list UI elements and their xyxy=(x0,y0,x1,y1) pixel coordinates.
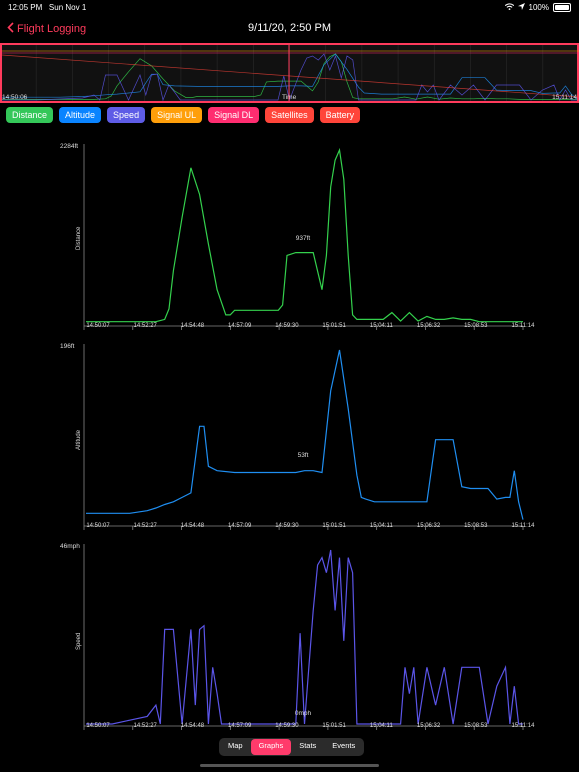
x-tick-label: 15:11:14 xyxy=(511,523,535,529)
overview-end-label: 15:11:14 xyxy=(552,94,577,101)
y-axis-label: Distance xyxy=(76,226,82,250)
chip-signal-ul[interactable]: Signal UL xyxy=(151,107,203,123)
x-tick-label: 14:57:09 xyxy=(227,723,252,729)
tab-events[interactable]: Events xyxy=(324,739,363,755)
x-tick-label: 15:06:32 xyxy=(416,523,441,529)
x-tick-label: 14:54:48 xyxy=(180,323,205,329)
cursor-value-label: 937ft xyxy=(295,235,311,242)
y-max-label: 46mph xyxy=(60,543,80,550)
x-tick-label: 15:11:14 xyxy=(511,723,535,729)
x-tick-label: 15:01:51 xyxy=(322,723,346,729)
speed-graph[interactable]: 46mph Speed 0mph 14:50:07 14:52:27 14:54:48 14… xyxy=(0,540,579,735)
x-tick-label: 14:50:07 xyxy=(86,523,110,529)
tab-stats[interactable]: Stats xyxy=(291,739,324,755)
x-tick-label: 15:06:32 xyxy=(416,323,441,329)
chip-speed[interactable]: Speed xyxy=(107,107,146,123)
x-tick-label: 15:04:11 xyxy=(369,323,393,329)
chip-signal-dl[interactable]: Signal DL xyxy=(208,107,260,123)
x-tick-label: 15:11:14 xyxy=(511,323,535,329)
x-tick-label: 14:57:09 xyxy=(227,323,252,329)
view-segmented-control: Map Graphs Stats Events xyxy=(219,738,365,756)
x-tick-label: 14:57:09 xyxy=(227,523,252,529)
speed-series-line xyxy=(86,549,523,725)
metric-chips: Distance Altitude Speed Signal UL Signal DL S… xyxy=(6,107,361,123)
distance-graph[interactable]: 2284ft Distance 937ft 14:50:07 14:52:27 14:54… xyxy=(0,140,579,335)
battery-icon xyxy=(553,3,571,12)
y-max-label: 196ft xyxy=(60,343,75,350)
location-icon xyxy=(517,3,525,12)
y-axis-label: Altitude xyxy=(76,429,82,450)
status-bar: 12:05 PM Sun Nov 1 100% xyxy=(0,0,579,14)
x-tick-label: 14:52:27 xyxy=(133,723,157,729)
x-tick-label: 15:08:53 xyxy=(464,323,488,329)
tab-map[interactable]: Map xyxy=(220,739,251,755)
chip-satellites[interactable]: Satellites xyxy=(265,107,314,123)
x-tick-label: 14:52:27 xyxy=(133,523,157,529)
home-indicator xyxy=(200,764,379,767)
x-tick-label: 15:01:51 xyxy=(322,523,346,529)
x-tick-label: 15:04:11 xyxy=(369,523,393,529)
status-date: Sun Nov 1 xyxy=(48,3,87,12)
chip-altitude[interactable]: Altitude xyxy=(59,107,102,123)
x-tick-label: 14:52:27 xyxy=(133,323,157,329)
x-tick-label: 14:50:07 xyxy=(86,323,110,329)
status-time-date: 12:05 PM Sun Nov 1 xyxy=(8,3,86,12)
x-tick-label: 14:59:30 xyxy=(275,523,299,529)
cursor-value-label: 0mph xyxy=(294,710,312,717)
page-title: 9/11/20, 2:50 PM xyxy=(248,22,331,34)
timeline-overview[interactable]: 14:50:06 Time 15:11:14 xyxy=(0,43,579,103)
x-tick-label: 15:04:11 xyxy=(369,723,393,729)
distance-plot[interactable] xyxy=(0,140,579,335)
x-tick-label: 15:08:53 xyxy=(464,523,488,529)
wifi-icon xyxy=(504,3,514,12)
x-tick-label: 15:06:32 xyxy=(416,723,441,729)
x-tick-label: 14:59:30 xyxy=(275,723,299,729)
status-right: 100% xyxy=(504,3,571,12)
overview-start-label: 14:50:06 xyxy=(2,94,28,101)
x-tick-label: 14:54:48 xyxy=(180,523,205,529)
chip-battery[interactable]: Battery xyxy=(319,107,361,123)
x-tick-label: 14:50:07 xyxy=(86,723,110,729)
overview-axis-label: Time xyxy=(282,94,297,101)
x-tick-label: 14:59:30 xyxy=(275,323,299,329)
tab-graphs[interactable]: Graphs xyxy=(250,739,292,755)
nav-bar: Flight Logging 9/11/20, 2:50 PM xyxy=(0,18,579,40)
altitude-series-line xyxy=(86,349,524,520)
x-tick-label: 15:01:51 xyxy=(322,323,346,329)
chip-distance[interactable]: Distance xyxy=(6,107,54,123)
x-tick-label: 14:54:48 xyxy=(180,723,205,729)
x-tick-label: 15:08:53 xyxy=(464,723,488,729)
y-axis-label: Speed xyxy=(76,632,82,650)
battery-percent: 100% xyxy=(528,3,549,12)
altitude-graph[interactable]: 196ft Altitude 53ft 14:50:07 14:52:27 14:54:4… xyxy=(0,340,579,535)
status-time: 12:05 PM xyxy=(8,3,43,12)
cursor-value-label: 53ft xyxy=(297,452,309,459)
altitude-plot[interactable] xyxy=(0,340,579,535)
y-max-label: 2284ft xyxy=(60,143,79,150)
speed-plot[interactable] xyxy=(0,540,579,735)
